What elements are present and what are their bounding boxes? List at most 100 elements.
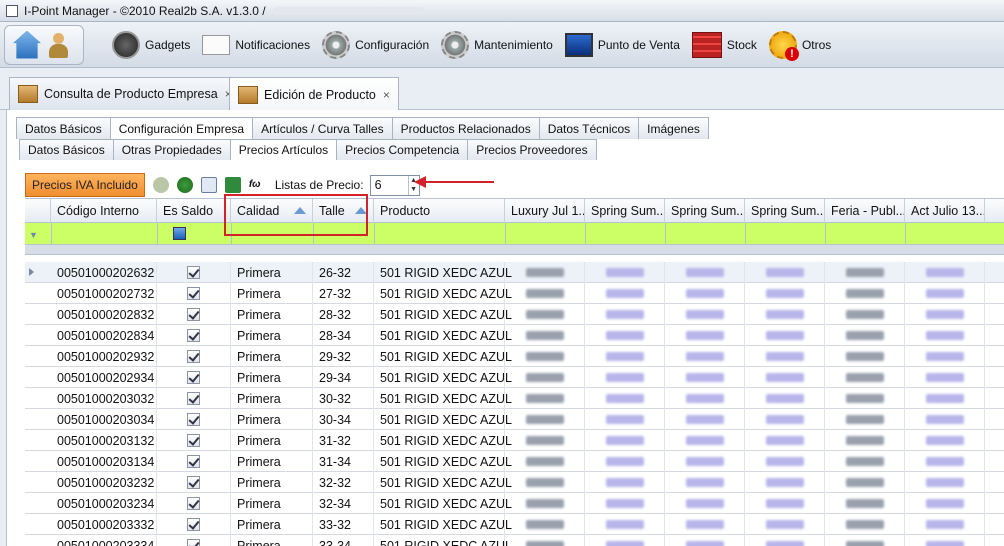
tab-datos-tecnicos[interactable]: Datos Técnicos [538,117,640,139]
cell-producto[interactable]: 501 RIGID XEDC AZUL [374,262,512,283]
cell-es-saldo[interactable] [157,346,231,367]
table-row[interactable]: 00501000203332 Primera 33-32 501 RIGID XEDC… [25,514,1004,535]
otros-button[interactable]: Otros [763,25,837,65]
doc-tab-edicion[interactable]: Edición de Producto × [229,77,399,111]
home-icon[interactable] [13,30,41,59]
cell-producto[interactable]: 501 RIGID XEDC AZUL [374,514,512,535]
tab-articulos-curva-talles[interactable]: Artículos / Curva Talles [252,117,393,139]
column-header-producto[interactable]: Producto [374,199,505,223]
cell-price-blurred[interactable] [505,262,585,283]
subtab-datos-basicos[interactable]: Datos Básicos [19,139,114,160]
cell-es-saldo[interactable] [157,325,231,346]
column-header-calidad[interactable]: Calidad [231,199,313,223]
es-saldo-checkbox[interactable] [187,497,200,510]
cell-price-blurred[interactable] [825,493,905,514]
cell-es-saldo[interactable] [157,493,231,514]
cell-producto[interactable]: 501 RIGID XEDC AZUL [374,472,512,493]
cell-codigo-interno[interactable]: 00501000203034 [51,409,157,430]
cell-talle[interactable]: 33-32 [313,514,374,535]
es-saldo-checkbox[interactable] [187,476,200,489]
filter-cell[interactable] [905,223,906,245]
cell-talle[interactable]: 31-32 [313,430,374,451]
cell-talle[interactable]: 30-34 [313,409,374,430]
filter-cell[interactable] [313,223,314,245]
cell-es-saldo[interactable] [157,451,231,472]
cell-talle[interactable]: 29-34 [313,367,374,388]
table-row[interactable]: 00501000203334 Primera 33-34 501 RIGID XEDC… [25,535,1004,546]
cell-price-blurred[interactable] [905,409,985,430]
cell-price-blurred[interactable] [665,535,745,546]
cell-producto[interactable]: 501 RIGID XEDC AZUL [374,367,512,388]
cell-price-blurred[interactable] [585,367,665,388]
es-saldo-checkbox[interactable] [187,392,200,405]
cell-codigo-interno[interactable]: 00501000202834 [51,325,157,346]
cell-price-blurred[interactable] [745,283,825,304]
column-header-act-julio[interactable]: Act Julio 13... [905,199,985,223]
add-icon[interactable] [152,177,169,193]
cell-price-blurred[interactable] [505,388,585,409]
cell-price-blurred[interactable] [665,472,745,493]
table-row[interactable]: 00501000202632 Primera 26-32 501 RIGID XEDC… [25,262,1004,283]
cell-calidad[interactable]: Primera [231,514,313,535]
cell-price-blurred[interactable] [585,493,665,514]
cell-price-blurred[interactable] [905,346,985,367]
cell-price-blurred[interactable] [825,409,905,430]
cell-calidad[interactable]: Primera [231,325,313,346]
cell-es-saldo[interactable] [157,367,231,388]
cell-price-blurred[interactable] [665,430,745,451]
cell-producto[interactable]: 501 RIGID XEDC AZUL [374,325,512,346]
cell-price-blurred[interactable] [825,514,905,535]
cell-calidad[interactable]: Primera [231,304,313,325]
stock-button[interactable]: Stock [686,25,763,65]
column-header-spring-sum-3[interactable]: Spring Sum... [745,199,825,223]
cell-price-blurred[interactable] [745,493,825,514]
cell-price-blurred[interactable] [745,325,825,346]
cell-price-blurred[interactable] [905,388,985,409]
cell-price-blurred[interactable] [585,409,665,430]
cell-calidad[interactable]: Primera [231,535,313,546]
formula-icon[interactable]: fω [249,177,265,193]
cell-price-blurred[interactable] [905,304,985,325]
filter-icon[interactable]: ▼ [29,230,38,240]
cell-talle[interactable]: 32-34 [313,493,374,514]
cell-producto[interactable]: 501 RIGID XEDC AZUL [374,451,512,472]
cell-price-blurred[interactable] [745,367,825,388]
cell-price-blurred[interactable] [825,430,905,451]
cell-price-blurred[interactable] [585,283,665,304]
es-saldo-checkbox[interactable] [187,455,200,468]
cell-price-blurred[interactable] [745,451,825,472]
cell-price-blurred[interactable] [905,493,985,514]
es-saldo-checkbox[interactable] [187,266,200,279]
cell-price-blurred[interactable] [745,304,825,325]
cell-price-blurred[interactable] [825,367,905,388]
cell-price-blurred[interactable] [585,262,665,283]
cell-producto[interactable]: 501 RIGID XEDC AZUL [374,388,512,409]
filter-cell[interactable] [585,223,586,245]
cell-es-saldo[interactable] [157,430,231,451]
table-row[interactable]: 00501000203232 Primera 32-32 501 RIGID XEDC… [25,472,1004,493]
cell-price-blurred[interactable] [665,325,745,346]
es-saldo-checkbox[interactable] [187,413,200,426]
cell-producto[interactable]: 501 RIGID XEDC AZUL [374,430,512,451]
cell-es-saldo[interactable] [157,304,231,325]
es-saldo-checkbox[interactable] [187,539,200,546]
column-header-luxury-jul[interactable]: Luxury Jul 1... [505,199,585,223]
tab-datos-basicos[interactable]: Datos Básicos [16,117,111,139]
cell-price-blurred[interactable] [665,262,745,283]
cell-codigo-interno[interactable]: 00501000202632 [51,262,157,283]
cell-codigo-interno[interactable]: 00501000202832 [51,304,157,325]
cell-price-blurred[interactable] [505,304,585,325]
filter-cell[interactable] [665,223,666,245]
cell-price-blurred[interactable] [585,472,665,493]
cell-producto[interactable]: 501 RIGID XEDC AZUL [374,535,512,546]
cell-price-blurred[interactable] [745,535,825,546]
filter-cell[interactable] [157,223,158,245]
excel-icon[interactable] [224,177,241,193]
filter-cell[interactable] [374,223,375,245]
cell-es-saldo[interactable] [157,409,231,430]
cell-talle[interactable]: 28-32 [313,304,374,325]
cell-price-blurred[interactable] [585,430,665,451]
cell-codigo-interno[interactable]: 00501000203232 [51,472,157,493]
cell-talle[interactable]: 27-32 [313,283,374,304]
cell-talle[interactable]: 26-32 [313,262,374,283]
